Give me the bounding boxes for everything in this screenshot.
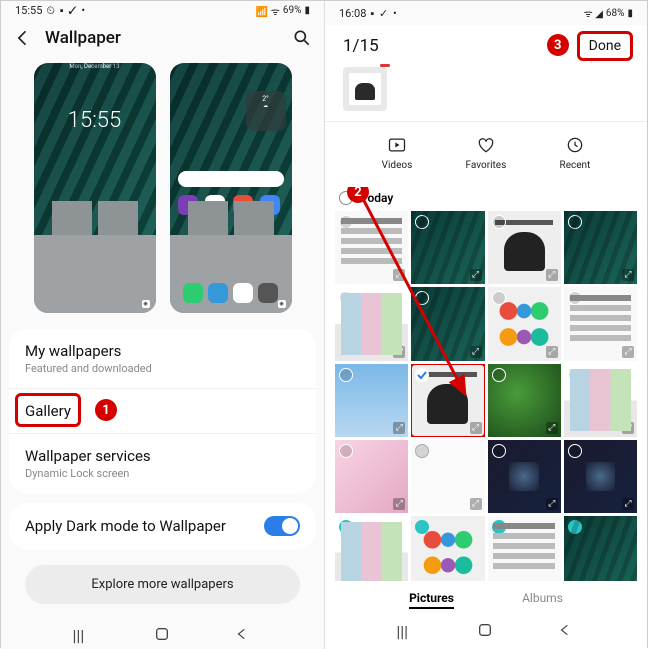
recents-icon[interactable]: ||| — [396, 622, 414, 640]
photo-thumb[interactable] — [488, 364, 561, 437]
albums-tab[interactable]: Albums — [522, 591, 563, 609]
selected-thumb[interactable] — [343, 67, 387, 111]
annotation-box-3 — [577, 31, 633, 61]
clock-icon — [564, 134, 586, 156]
preview-date: Mon, December 13 — [34, 63, 156, 70]
annotation-box-1 — [15, 393, 81, 427]
home-icon[interactable] — [477, 622, 495, 640]
photo-thumb[interactable] — [488, 440, 561, 513]
selected-thumbnails — [325, 67, 647, 122]
my-wallpapers-item[interactable]: My wallpapers Featured and downloaded — [9, 329, 316, 389]
status-battery: 69% — [283, 5, 302, 16]
status-time: 16:08 — [339, 7, 366, 20]
header: Wallpaper — [1, 20, 324, 55]
photo-thumb[interactable] — [411, 440, 484, 513]
pictures-tab[interactable]: Pictures — [409, 591, 454, 609]
videos-category[interactable]: Videos — [382, 134, 413, 171]
back-icon[interactable] — [13, 28, 33, 48]
gallery-picker-screen: 16:08▪ ✓ • ᯤ ◢68%▮ 1/15 Done 3 Videos Fa… — [324, 1, 647, 649]
preview-searchbar — [178, 171, 284, 187]
status-bar: 16:08▪ ✓ • ᯤ ◢68%▮ — [325, 1, 647, 25]
recent-category[interactable]: Recent — [560, 134, 591, 171]
favorites-category[interactable]: Favorites — [466, 134, 507, 171]
explore-more-button[interactable]: Explore more wallpapers — [25, 565, 300, 604]
lockscreen-preview[interactable]: 15:55 Mon, December 13 ◉ — [34, 63, 156, 313]
picker-header: 1/15 Done 3 — [325, 25, 647, 67]
bottom-tabs: Pictures Albums — [325, 581, 647, 613]
annotation-arrow — [355, 189, 495, 409]
home-icon[interactable] — [154, 626, 172, 644]
videos-icon — [386, 134, 408, 156]
weather-widget: 2°☁ — [246, 91, 286, 131]
photo-thumb[interactable] — [564, 516, 637, 581]
dark-mode-toggle-item[interactable]: Apply Dark mode to Wallpaper — [9, 503, 316, 549]
photo-thumb[interactable] — [335, 440, 408, 513]
dark-mode-switch[interactable] — [264, 516, 300, 536]
navigation-bar: ||| — [1, 620, 324, 649]
search-icon[interactable] — [292, 28, 312, 48]
wallpaper-settings-screen: 15:55⏲ ▪ ✓ • 📶 ᯤ69%▮ Wallpaper 15:55 Mon… — [1, 1, 324, 649]
navigation-bar: ||| — [325, 613, 647, 649]
photo-thumb[interactable] — [335, 516, 408, 581]
dark-mode-section: Apply Dark mode to Wallpaper — [9, 503, 316, 549]
back-nav-icon[interactable] — [558, 622, 576, 640]
photo-thumb[interactable] — [564, 364, 637, 437]
options-list: My wallpapers Featured and downloaded Ga… — [9, 329, 316, 493]
selection-count: 1/15 — [343, 36, 379, 56]
status-battery: 68% — [606, 8, 625, 19]
camera-shortcut-icon: ◉ — [142, 300, 150, 308]
preview-clock: 15:55 — [34, 108, 156, 133]
status-time: 15:55 — [15, 4, 42, 17]
photo-thumb[interactable] — [488, 287, 561, 360]
back-nav-icon[interactable] — [235, 626, 253, 644]
wallpaper-previews: 15:55 Mon, December 13 ◉ 2°☁ ◉ — [1, 55, 324, 329]
gallery-item[interactable]: Gallery 1 — [9, 389, 316, 434]
photo-thumb[interactable] — [488, 516, 561, 581]
recents-icon[interactable]: ||| — [73, 626, 91, 644]
annotation-badge-3: 3 — [547, 34, 569, 56]
wallpaper-services-item[interactable]: Wallpaper services Dynamic Lock screen — [9, 434, 316, 493]
photo-thumb[interactable] — [564, 287, 637, 360]
camera-shortcut-icon: ◉ — [278, 300, 286, 308]
photo-thumb[interactable] — [411, 516, 484, 581]
page-title: Wallpaper — [45, 28, 280, 48]
photo-thumb[interactable] — [564, 211, 637, 284]
category-row: Videos Favorites Recent — [325, 122, 647, 187]
photo-thumb[interactable] — [564, 440, 637, 513]
homescreen-preview[interactable]: 2°☁ ◉ — [170, 63, 292, 313]
status-bar: 15:55⏲ ▪ ✓ • 📶 ᯤ69%▮ — [1, 1, 324, 20]
heart-icon — [475, 134, 497, 156]
photo-thumb[interactable] — [488, 211, 561, 284]
